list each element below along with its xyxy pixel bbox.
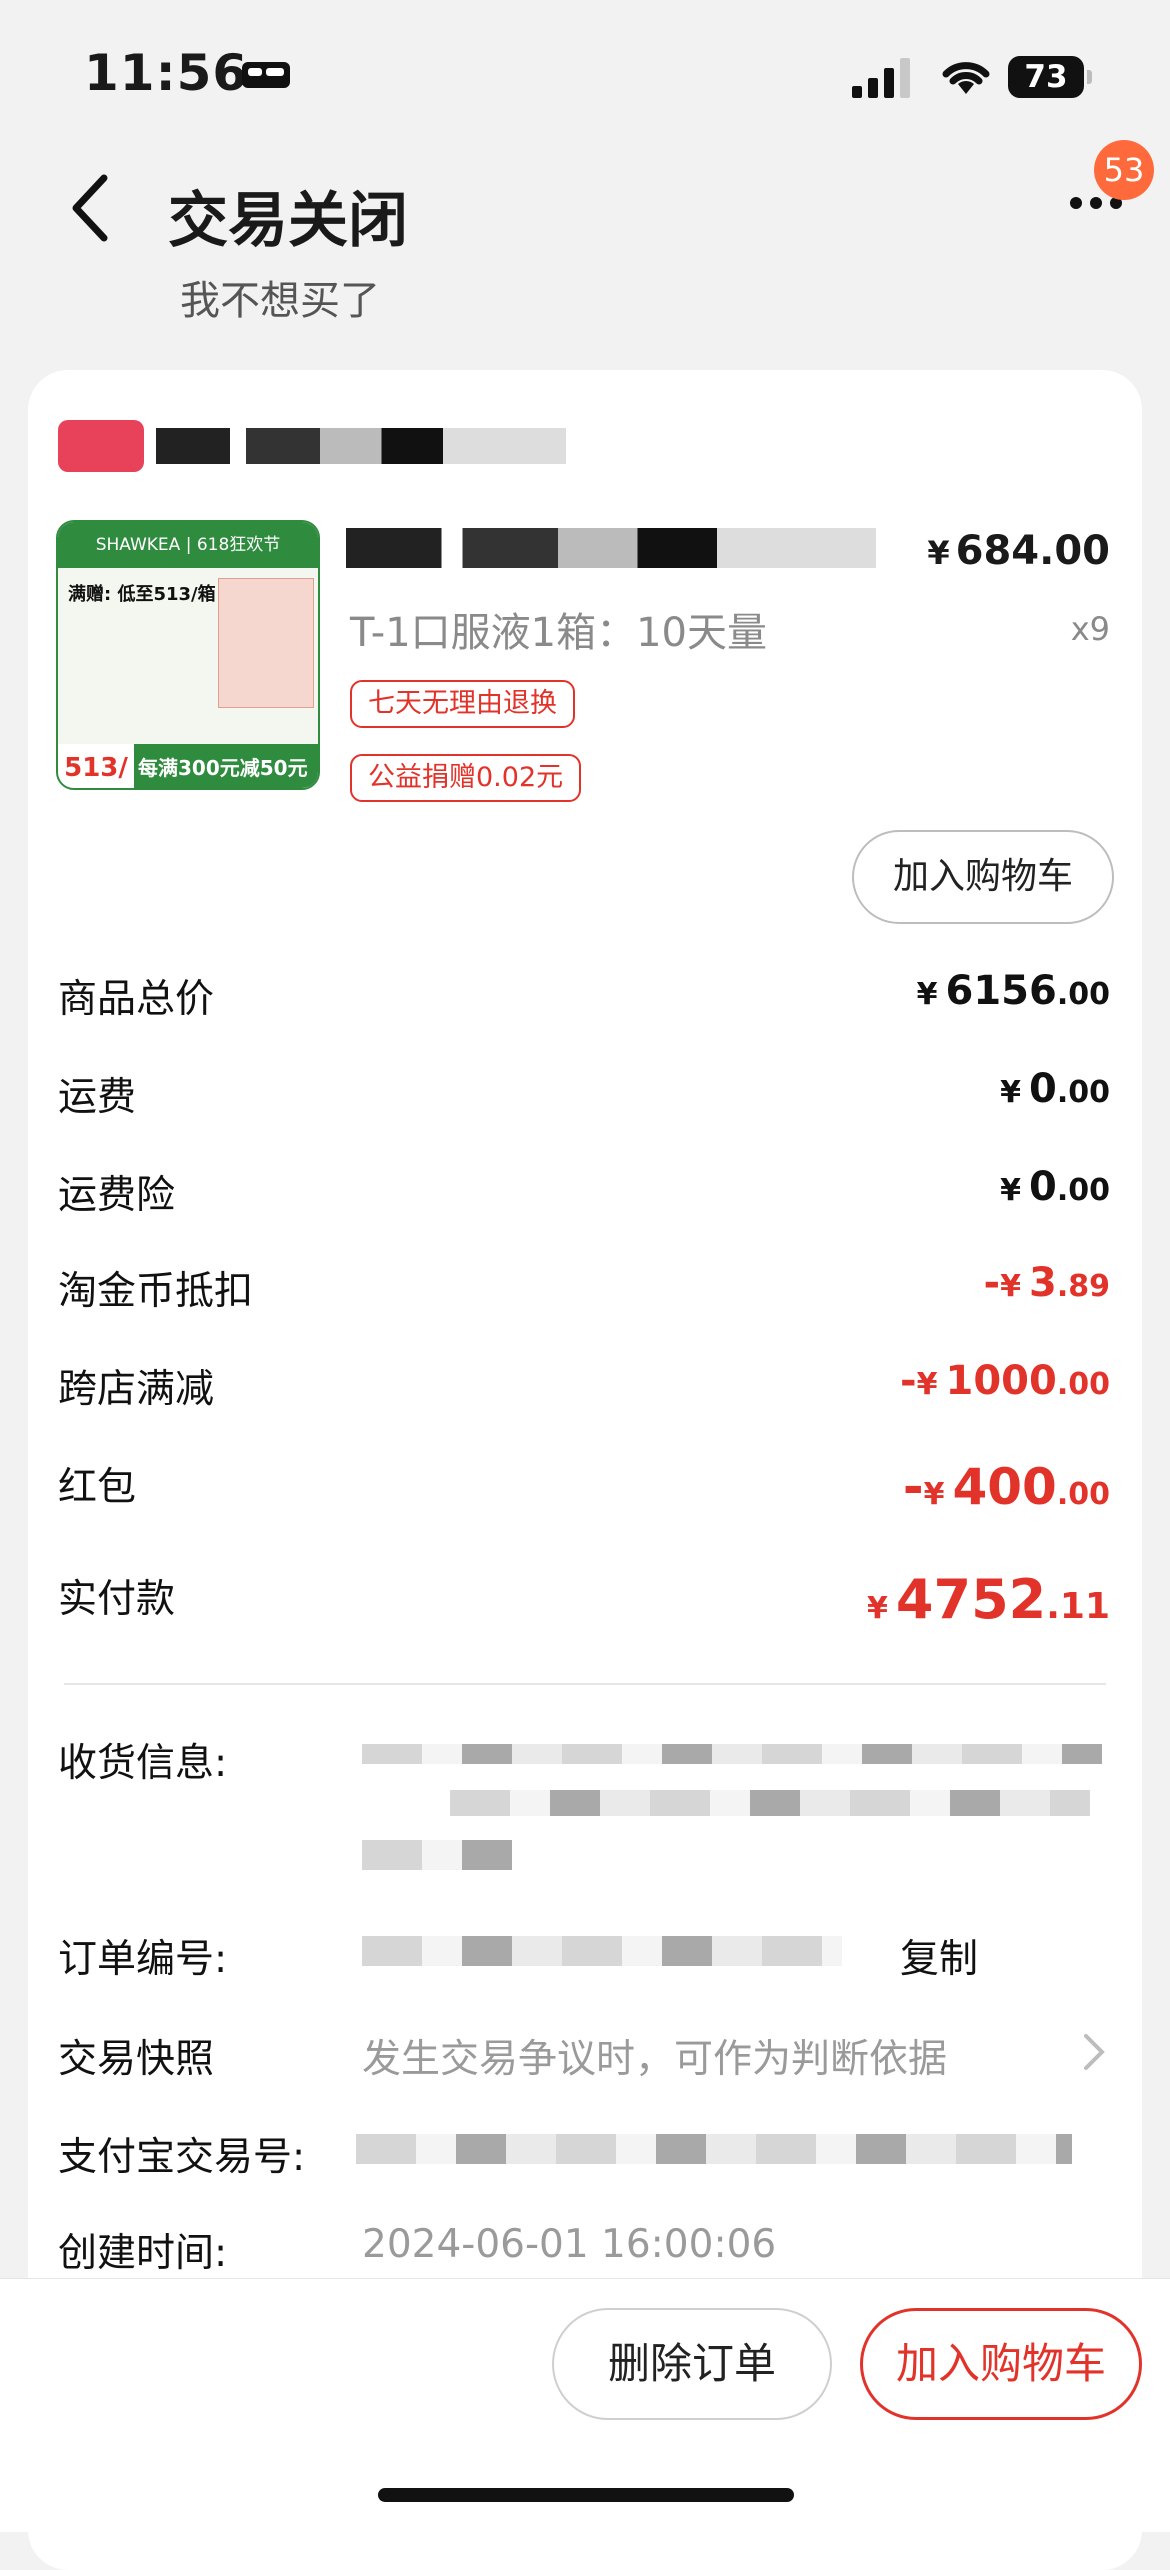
alipay-number-redacted: [356, 2134, 1072, 2164]
page-title: 交易关闭: [168, 186, 408, 256]
wifi-icon: [942, 62, 990, 94]
sleep-focus-icon: [242, 62, 290, 88]
notification-badge: 53: [1094, 140, 1154, 200]
shop-name-redacted[interactable]: [156, 428, 566, 464]
close-reason: 我不想买了: [180, 278, 380, 324]
charity-tag: 公益捐赠0.02元: [350, 754, 582, 802]
add-to-cart-button[interactable]: 加入购物车: [852, 830, 1114, 924]
shipping-info-label: 收货信息:: [58, 1741, 228, 1786]
shipping-info-redacted: [362, 1744, 1102, 1764]
shipping-info-redacted: [450, 1790, 1090, 1816]
summary-label: 淘金币抵扣: [58, 1269, 254, 1314]
paid-amount: ¥4752.11: [867, 1568, 1110, 1631]
return-policy-tag: 七天无理由退换: [350, 680, 575, 728]
battery-level: 73: [1008, 56, 1084, 98]
product-title-redacted[interactable]: [346, 528, 876, 568]
paid-label: 实付款: [58, 1577, 176, 1622]
product-price-value: 684.00: [955, 528, 1110, 574]
summary-label: 跨店满减: [58, 1367, 215, 1412]
shipping-info-redacted: [362, 1840, 512, 1870]
summary-label: 红包: [58, 1465, 137, 1510]
summary-label: 运费险: [58, 1173, 176, 1218]
summary-label: 商品总价: [58, 977, 215, 1022]
battery-icon: 73: [1008, 56, 1092, 98]
product-quantity: x9: [1070, 610, 1110, 648]
snapshot-hint[interactable]: 发生交易争议时，可作为判断依据: [362, 2028, 947, 2084]
summary-value: ¥0.00: [1000, 1066, 1110, 1112]
alipay-number-label: 支付宝交易号:: [58, 2135, 306, 2180]
thumbnail-brand: SHAWKEA | 618狂欢节: [58, 522, 318, 568]
home-indicator[interactable]: [378, 2488, 794, 2502]
product-price: ¥684.00: [927, 528, 1110, 574]
summary-value: -¥ 400.00: [902, 1458, 1110, 1516]
thumbnail-price-tag: 513/箱: [58, 744, 134, 788]
summary-value: -¥ 1000.00: [900, 1358, 1110, 1404]
summary-value: ¥6156.00: [916, 968, 1110, 1014]
divider: [64, 1683, 1106, 1685]
cellular-signal-icon: [852, 58, 910, 98]
shop-logo[interactable]: [58, 420, 144, 472]
order-number-redacted: [362, 1936, 842, 1966]
add-to-cart-bottom-button[interactable]: 加入购物车: [860, 2308, 1142, 2420]
status-time: 11:56: [84, 44, 249, 102]
thumbnail-offer-box: [218, 578, 314, 708]
created-time-label: 创建时间:: [58, 2231, 228, 2276]
summary-value: ¥0.00: [1000, 1164, 1110, 1210]
created-time-value: 2024-06-01 16:00:06: [362, 2222, 777, 2267]
summary-value: -¥ 3.89: [983, 1260, 1110, 1306]
chevron-right-icon[interactable]: [1080, 2030, 1108, 2074]
product-spec: T-1口服液1箱：10天量: [350, 610, 767, 656]
summary-label: 运费: [58, 1075, 137, 1120]
order-number-label: 订单编号:: [58, 1937, 228, 1982]
delete-order-button[interactable]: 删除订单: [552, 2308, 832, 2420]
back-arrow-icon[interactable]: [64, 168, 120, 248]
copy-button[interactable]: 复制: [900, 1928, 978, 1984]
thumbnail-promo: 满赠: 低至513/箱: [68, 584, 216, 605]
product-thumbnail[interactable]: SHAWKEA | 618狂欢节 满赠: 低至513/箱 每满300元减50元 …: [56, 520, 320, 790]
currency-symbol: ¥: [927, 534, 950, 572]
snapshot-label[interactable]: 交易快照: [58, 2028, 214, 2084]
